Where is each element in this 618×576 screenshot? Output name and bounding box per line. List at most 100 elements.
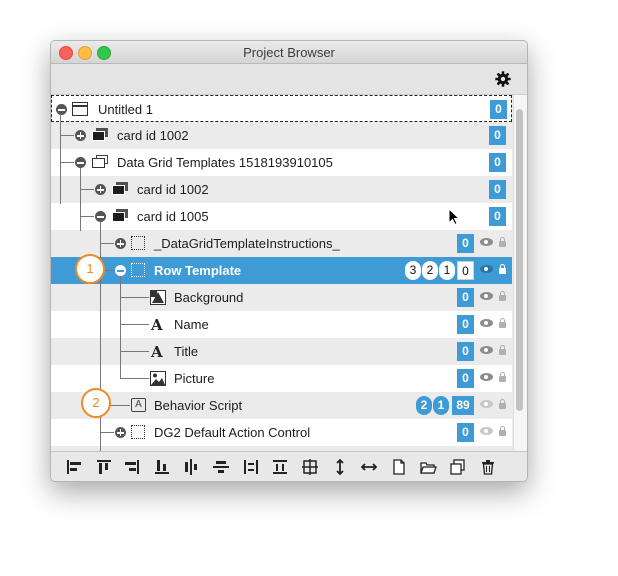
expand-toggle[interactable]: [95, 184, 106, 195]
visibility-eye-icon[interactable]: [480, 400, 493, 408]
visibility-eye-icon[interactable]: [480, 292, 493, 300]
tree-line: [60, 162, 74, 163]
align-center-v-icon[interactable]: [212, 458, 230, 476]
tree-line: [120, 324, 149, 325]
align-top-icon[interactable]: [95, 458, 113, 476]
lock-icon[interactable]: [499, 264, 506, 274]
tree-line: [120, 378, 149, 379]
image-icon: [150, 371, 166, 386]
title-bar: Project Browser: [51, 41, 527, 64]
visibility-eye-icon[interactable]: [480, 265, 493, 273]
lock-icon[interactable]: [499, 426, 506, 436]
collapse-toggle[interactable]: [56, 104, 67, 115]
equal-width-icon[interactable]: [360, 458, 378, 476]
count-badge: 0: [457, 288, 474, 307]
visibility-eye-icon[interactable]: [480, 346, 493, 354]
expand-toggle[interactable]: [115, 427, 126, 438]
count-badge: 0: [457, 261, 474, 280]
card-icon: [92, 128, 109, 141]
count-badge: 0: [489, 180, 506, 199]
open-folder-icon[interactable]: [419, 458, 437, 476]
script-count-pill: 1: [439, 261, 455, 280]
align-left-icon[interactable]: [65, 458, 83, 476]
lock-icon[interactable]: [499, 291, 506, 301]
tree-row-label: card id 1005: [137, 209, 209, 224]
tree-row-label: card id 1002: [117, 128, 189, 143]
tree-row-label: Untitled 1: [98, 102, 153, 117]
duplicate-icon[interactable]: [449, 458, 467, 476]
top-toolbar: [51, 64, 527, 95]
tree-line: [120, 276, 121, 379]
text-field-icon: A: [151, 316, 163, 334]
visibility-eye-icon[interactable]: [480, 373, 493, 381]
count-badge: 0: [457, 369, 474, 388]
expand-toggle[interactable]: [115, 238, 126, 249]
align-bottom-icon[interactable]: [153, 458, 171, 476]
visibility-eye-icon[interactable]: [480, 427, 493, 435]
card-icon: [112, 182, 129, 195]
tree-line: [120, 297, 149, 298]
group-icon: [131, 425, 145, 439]
scrollbar-thumb[interactable]: [516, 109, 523, 411]
visibility-eye-icon[interactable]: [480, 319, 493, 327]
tree-row-label: DG2 Default Action Control: [154, 425, 311, 440]
collapse-toggle[interactable]: [115, 265, 126, 276]
script-count-pill: 2: [416, 396, 432, 415]
text-field-icon: A: [151, 343, 163, 361]
graphic-icon: [150, 290, 166, 305]
distribute-v-icon[interactable]: [271, 458, 289, 476]
tree-row-label: Picture: [174, 371, 215, 386]
window-title: Project Browser: [243, 45, 335, 60]
tree-line: [80, 168, 81, 231]
count-badge: 0: [457, 315, 474, 334]
tree-row-label: Background: [174, 290, 244, 305]
count-badge: 0: [457, 423, 474, 442]
stack-window-icon: [72, 102, 88, 116]
count-badge: 0: [489, 207, 506, 226]
lock-icon[interactable]: [499, 399, 506, 409]
lock-icon[interactable]: [499, 372, 506, 382]
bottom-toolbar: [51, 451, 527, 481]
gear-icon[interactable]: [495, 71, 511, 87]
equal-height-icon[interactable]: [331, 458, 349, 476]
project-browser-window: Project Browser Untitled 1 0 card id 100…: [50, 40, 528, 482]
collapse-toggle[interactable]: [75, 157, 86, 168]
count-badge: 0: [457, 234, 474, 253]
trash-icon[interactable]: [479, 458, 497, 476]
distribute-h-icon[interactable]: [242, 458, 260, 476]
expand-toggle[interactable]: [75, 130, 86, 141]
count-badge: 0: [489, 126, 506, 145]
visibility-eye-icon[interactable]: [480, 238, 493, 246]
count-badge: 89: [452, 396, 474, 415]
fit-icon[interactable]: [301, 458, 319, 476]
lock-icon[interactable]: [499, 345, 506, 355]
tree-row-label: Row Template: [154, 263, 242, 278]
tree-line: [80, 216, 94, 217]
tree-line: [80, 189, 94, 190]
tree-row-group[interactable]: DG2 Default Action Control 0: [51, 419, 512, 446]
count-badge: 0: [457, 342, 474, 361]
tree-row-card[interactable]: card id 1005 0: [51, 203, 512, 230]
mouse-pointer-icon: [448, 208, 460, 226]
tree-row-card[interactable]: card id 1002 0: [51, 122, 512, 149]
script-count-pill: 3: [405, 261, 421, 280]
tree-row-substack[interactable]: Data Grid Templates 1518193910105 0: [51, 149, 512, 176]
card-icon: [112, 209, 129, 222]
tree-row-group[interactable]: _DataGridTemplateInstructions_ 0: [51, 230, 512, 257]
tree-row-card[interactable]: card id 1002 0: [51, 176, 512, 203]
tree-row-label: Data Grid Templates 1518193910105: [117, 155, 333, 170]
collapse-toggle[interactable]: [95, 211, 106, 222]
new-file-icon[interactable]: [390, 458, 408, 476]
tree-line: [100, 432, 114, 433]
tree-line: [100, 243, 114, 244]
tree-row-stack[interactable]: Untitled 1 0: [51, 95, 512, 122]
align-center-h-icon[interactable]: [182, 458, 200, 476]
tree-row-label: card id 1002: [137, 182, 209, 197]
tree-row-label: Behavior Script: [154, 398, 243, 413]
tree-line: [120, 351, 149, 352]
lock-icon[interactable]: [499, 318, 506, 328]
group-icon: [131, 263, 145, 277]
align-right-icon[interactable]: [123, 458, 141, 476]
script-count-pill: 2: [422, 261, 438, 280]
lock-icon[interactable]: [499, 237, 506, 247]
